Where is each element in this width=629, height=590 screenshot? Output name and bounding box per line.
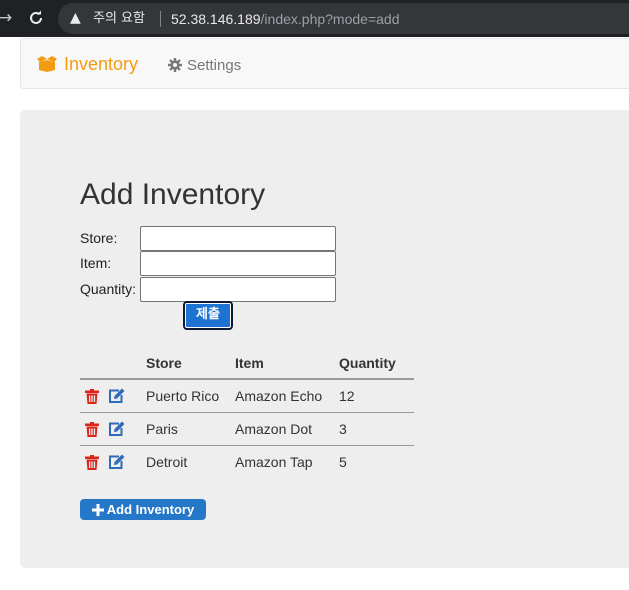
main-panel: Add Inventory Store: Item: Quantity: 제출 …: [20, 110, 629, 568]
security-label[interactable]: 주의 요함: [93, 11, 145, 27]
trash-icon[interactable]: [85, 454, 99, 470]
settings-label: Settings: [187, 56, 242, 74]
add-inventory-label: Add Inventory: [106, 502, 195, 517]
row-item: Amazon Dot: [235, 412, 339, 446]
quantity-label: Quantity:: [80, 281, 137, 297]
box-open-icon: [37, 56, 57, 72]
row-quantity: 5: [339, 445, 414, 478]
table-row: Detroit Amazon Tap 5: [80, 445, 414, 478]
trash-icon[interactable]: [85, 421, 99, 437]
reload-icon[interactable]: [28, 8, 44, 26]
warning-icon[interactable]: ▲: [70, 10, 81, 26]
edit-icon[interactable]: [108, 388, 125, 404]
store-input[interactable]: [140, 226, 336, 251]
url-text[interactable]: 52.38.146.189/index.php?mode=add: [171, 11, 399, 27]
actions-header: [80, 348, 146, 380]
row-item: Amazon Echo: [235, 388, 323, 404]
row-quantity: 12: [339, 388, 355, 404]
row-actions: [80, 445, 146, 478]
submit-button[interactable]: 제출: [183, 301, 233, 330]
table-row: Paris Amazon Dot 3: [80, 412, 414, 446]
row-store: Puerto Rico: [146, 388, 220, 404]
navbar: Inventory Settings: [20, 38, 629, 89]
row-item: Amazon Tap: [235, 445, 339, 478]
url-host: 52.38.146.189: [171, 11, 261, 27]
trash-icon[interactable]: [85, 388, 99, 404]
row-quantity: 3: [339, 412, 414, 446]
item-label: Item:: [80, 255, 112, 271]
page-title: Add Inventory: [80, 178, 266, 211]
row-actions: [80, 379, 146, 413]
add-inventory-button[interactable]: Add Inventory: [80, 499, 206, 520]
browser-toolbar: → ▲ 주의 요함 52.38.146.189/index.php?mode=a…: [0, 0, 629, 37]
row-actions: [80, 412, 146, 446]
table-header-row: Store Item Quantity: [80, 348, 414, 380]
edit-icon[interactable]: [108, 421, 125, 437]
address-bar[interactable]: ▲ 주의 요함 52.38.146.189/index.php?mode=add: [58, 3, 629, 34]
item-header: Item: [235, 348, 339, 380]
item-input[interactable]: [140, 251, 336, 276]
row-store: Detroit: [146, 445, 235, 478]
address-separator: [160, 11, 161, 27]
quantity-header: Quantity: [339, 348, 414, 380]
brand-link[interactable]: Inventory: [36, 53, 138, 75]
inventory-table: Store Item Quantity Puerto Rico Amazon E…: [80, 348, 414, 478]
brand-label: Inventory: [64, 53, 139, 74]
back-arrow-icon[interactable]: →: [0, 8, 12, 28]
quantity-input[interactable]: [140, 277, 336, 302]
table-row: Puerto Rico Amazon Echo 12: [80, 379, 414, 413]
edit-icon[interactable]: [108, 454, 125, 470]
store-label: Store:: [80, 230, 118, 246]
gear-icon: [168, 58, 182, 72]
plus-icon: [91, 503, 104, 516]
store-header: Store: [146, 348, 235, 380]
url-path: /index.php?mode=add: [260, 11, 400, 27]
settings-link[interactable]: Settings: [168, 55, 241, 75]
row-store: Paris: [146, 412, 235, 446]
